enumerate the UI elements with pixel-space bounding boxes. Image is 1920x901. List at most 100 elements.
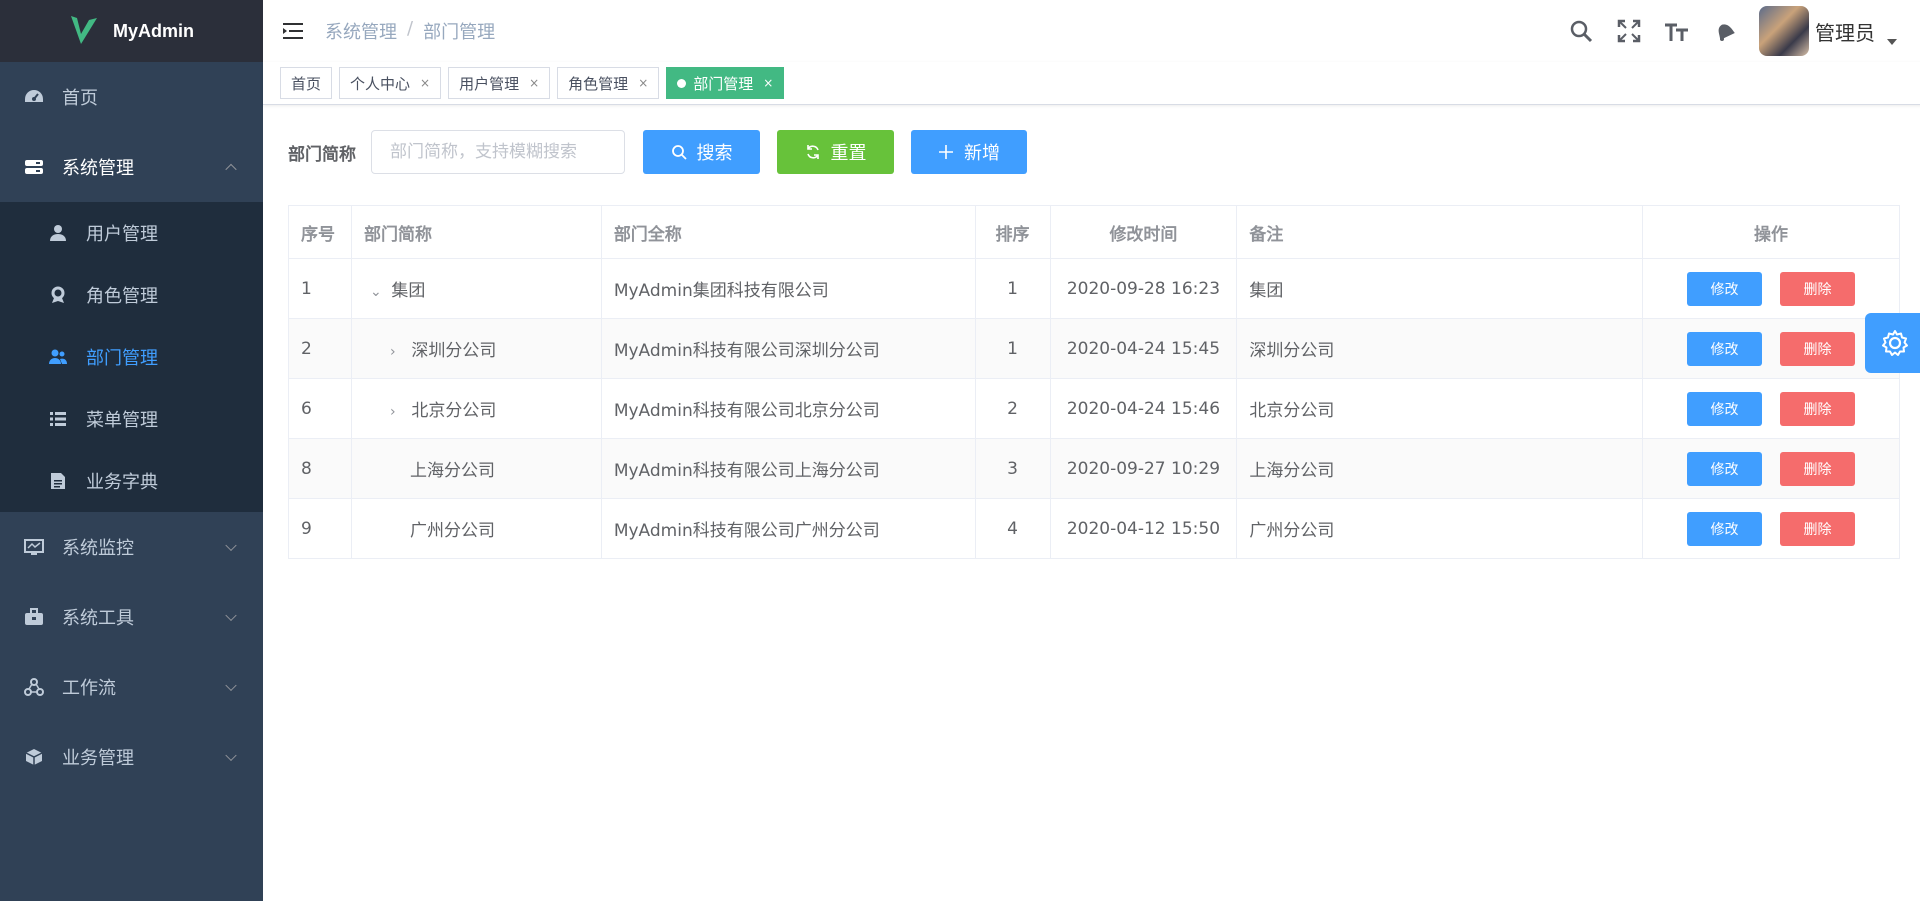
- fullscreen-icon[interactable]: [1605, 0, 1653, 62]
- tag-home[interactable]: 首页: [280, 67, 333, 99]
- tag-label: 首页: [291, 74, 322, 93]
- avatar[interactable]: [1759, 6, 1809, 56]
- dept-icon: [48, 347, 68, 367]
- sidebar-item-departments[interactable]: 部门管理: [0, 326, 263, 388]
- app-title: MyAdmin: [113, 20, 194, 41]
- sidebar-item-tools[interactable]: 系统工具: [0, 582, 263, 652]
- delete-button[interactable]: 删除: [1780, 271, 1856, 306]
- sidebar-item-label: 首页: [62, 88, 98, 109]
- search-form: 部门简称 搜索 重置 新增: [288, 129, 1900, 175]
- close-icon[interactable]: ×: [529, 76, 539, 90]
- font-size-icon[interactable]: [1653, 0, 1701, 62]
- sidebar-item-workflow[interactable]: 工作流: [0, 652, 263, 722]
- edit-button[interactable]: 修改: [1687, 331, 1763, 366]
- close-icon[interactable]: ×: [763, 76, 773, 90]
- cell-actions: 修改 删除: [1642, 318, 1900, 379]
- toolbox-icon: [24, 607, 44, 627]
- hamburger-icon[interactable]: [283, 21, 305, 41]
- delete-button[interactable]: 删除: [1780, 451, 1856, 486]
- sidebar-item-system[interactable]: 系统管理: [0, 132, 263, 202]
- bell-icon[interactable]: [1701, 0, 1749, 62]
- tag-label: 角色管理: [568, 74, 629, 93]
- tag-users[interactable]: 用户管理 ×: [448, 67, 551, 99]
- caret-down-icon[interactable]: [1887, 39, 1897, 45]
- table-row: 9 广州分公司 MyAdmin科技有限公司广州分公司 4 2020-04-12 …: [288, 498, 1900, 559]
- cell-time: 2020-04-12 15:50: [1049, 498, 1238, 559]
- edit-button[interactable]: 修改: [1687, 511, 1763, 546]
- reset-button[interactable]: 重置: [777, 130, 894, 174]
- logo[interactable]: MyAdmin: [0, 0, 263, 62]
- tag-departments[interactable]: 部门管理 ×: [666, 67, 785, 99]
- column-header: 序号: [288, 205, 352, 259]
- column-header: 排序: [974, 205, 1051, 259]
- add-button[interactable]: 新增: [911, 130, 1027, 174]
- monitor-icon: [24, 537, 44, 557]
- cell-time: 2020-04-24 15:45: [1049, 318, 1238, 379]
- sidebar-item-label: 系统监控: [62, 538, 134, 559]
- table-row: 2 › 深圳分公司 MyAdmin科技有限公司深圳分公司 1 2020-04-2…: [288, 318, 1900, 379]
- cell-short-name: 上海分公司: [350, 438, 602, 499]
- delete-button[interactable]: 删除: [1780, 391, 1856, 426]
- tag-roles[interactable]: 角色管理 ×: [557, 67, 660, 99]
- user-icon: [48, 223, 68, 243]
- search-button[interactable]: 搜索: [643, 130, 760, 174]
- chevron-down-icon: [225, 609, 237, 622]
- cell-full-name: MyAdmin集团科技有限公司: [600, 258, 976, 319]
- edit-button[interactable]: 修改: [1687, 391, 1763, 426]
- cell-short-name: › 北京分公司: [350, 378, 602, 439]
- navbar: 系统管理 / 部门管理 管理员: [263, 0, 1920, 62]
- sidebar-item-monitor[interactable]: 系统监控: [0, 512, 263, 582]
- cube-icon: [24, 747, 44, 767]
- cell-full-name: MyAdmin科技有限公司北京分公司: [600, 378, 976, 439]
- table-header-row: 序号 部门简称 部门全称 排序 修改时间 备注 操作: [288, 205, 1900, 259]
- tag-profile[interactable]: 个人中心 ×: [339, 67, 442, 99]
- chevron-down-icon: [225, 539, 237, 552]
- settings-button[interactable]: [1865, 313, 1920, 373]
- cell-full-name: MyAdmin科技有限公司深圳分公司: [600, 318, 976, 379]
- chevron-down-icon: [225, 749, 237, 762]
- search-icon[interactable]: [1557, 0, 1605, 62]
- sidebar-item-menus[interactable]: 菜单管理: [0, 388, 263, 450]
- chevron-right-icon[interactable]: ›: [390, 344, 406, 360]
- edit-button[interactable]: 修改: [1687, 271, 1763, 306]
- role-icon: [48, 285, 68, 305]
- cell-actions: 修改 删除: [1642, 498, 1900, 559]
- search-input[interactable]: [371, 130, 625, 174]
- cell-short-name-text: 广州分公司: [409, 521, 495, 541]
- system-icon: [24, 157, 44, 177]
- cell-order: 1: [974, 318, 1051, 379]
- sidebar-item-dict[interactable]: 业务字典: [0, 450, 263, 512]
- sidebar-item-label: 工作流: [62, 678, 116, 699]
- sidebar-item-roles[interactable]: 角色管理: [0, 264, 263, 326]
- submenu-system: 用户管理 角色管理 部门管理 菜单管理 业务字典: [0, 202, 263, 512]
- chevron-down-icon[interactable]: ⌄: [370, 284, 386, 300]
- sidebar-item-users[interactable]: 用户管理: [0, 202, 263, 264]
- cell-note: 上海分公司: [1236, 438, 1644, 499]
- cell-actions: 修改 删除: [1642, 258, 1900, 319]
- cell-note: 集团: [1236, 258, 1644, 319]
- user-name[interactable]: 管理员: [1815, 17, 1875, 46]
- close-icon[interactable]: ×: [638, 76, 648, 90]
- sidebar-item-home[interactable]: 首页: [0, 62, 263, 132]
- tags-view: 首页 个人中心 × 用户管理 × 角色管理 × 部门管理 ×: [263, 62, 1920, 105]
- chevron-up-icon: [225, 163, 237, 176]
- column-header: 备注: [1236, 205, 1644, 259]
- cell-short-name: 广州分公司: [350, 498, 602, 559]
- delete-button[interactable]: 删除: [1780, 331, 1856, 366]
- sidebar-item-label: 菜单管理: [86, 410, 158, 431]
- chevron-right-icon[interactable]: ›: [390, 404, 406, 420]
- cell-full-name: MyAdmin科技有限公司广州分公司: [600, 498, 976, 559]
- cell-time: 2020-09-28 16:23: [1049, 258, 1238, 319]
- table-row: 1 ⌄ 集团 MyAdmin集团科技有限公司 1 2020-09-28 16:2…: [288, 258, 1900, 319]
- delete-button[interactable]: 删除: [1780, 511, 1856, 546]
- cell-id: 1: [288, 258, 352, 319]
- add-button-label: 新增: [964, 143, 1000, 164]
- sidebar-item-business[interactable]: 业务管理: [0, 722, 263, 792]
- breadcrumb-item: 部门管理: [423, 22, 496, 43]
- dashboard-icon: [24, 87, 44, 107]
- edit-button[interactable]: 修改: [1687, 451, 1763, 486]
- close-icon[interactable]: ×: [420, 76, 430, 90]
- gear-icon: [1882, 330, 1908, 356]
- table-row: 8 上海分公司 MyAdmin科技有限公司上海分公司 3 2020-09-27 …: [288, 438, 1900, 499]
- breadcrumb-item[interactable]: 系统管理: [325, 18, 397, 44]
